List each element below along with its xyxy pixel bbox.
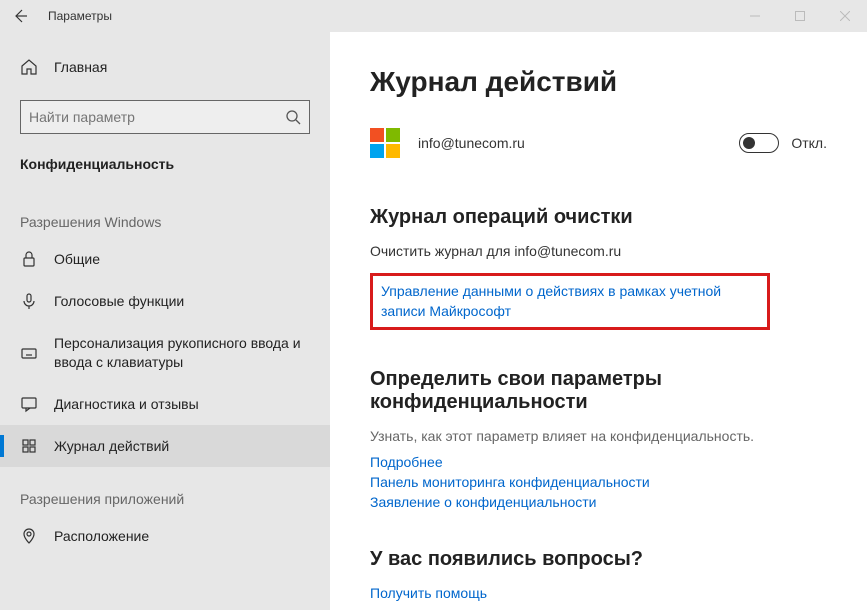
account-row: info@tunecom.ru Откл. <box>370 128 827 158</box>
sidebar-item-label: Голосовые функции <box>54 292 184 310</box>
history-icon <box>20 437 38 455</box>
manage-ms-data-link[interactable]: Управление данными о действиях в рамках … <box>381 282 759 321</box>
search-icon <box>285 109 301 125</box>
questions-heading: У вас появились вопросы? <box>370 548 827 571</box>
windows-logo-icon <box>370 128 400 158</box>
titlebar: Параметры <box>0 0 867 32</box>
sidebar: Главная Конфиденциальность Разрешения Wi… <box>0 32 330 610</box>
privacy-dashboard-link[interactable]: Панель мониторинга конфиденциальности <box>370 474 827 490</box>
search-box[interactable] <box>20 100 310 134</box>
search-input[interactable] <box>29 109 285 125</box>
highlight-box: Управление данными о действиях в рамках … <box>370 273 770 330</box>
mic-icon <box>20 292 38 310</box>
sidebar-item-label: Журнал действий <box>54 437 169 455</box>
toggle-label: Откл. <box>791 135 827 151</box>
current-section-label: Конфиденциальность <box>0 152 330 190</box>
page-title: Журнал действий <box>370 66 827 98</box>
sidebar-item-location[interactable]: Расположение <box>0 515 330 557</box>
main-content: Журнал действий info@tunecom.ru Откл. Жу… <box>330 32 867 610</box>
maximize-button[interactable] <box>777 0 822 32</box>
sidebar-item-speech[interactable]: Голосовые функции <box>0 280 330 322</box>
close-button[interactable] <box>822 0 867 32</box>
home-label: Главная <box>54 59 107 75</box>
group-header-apps: Разрешения приложений <box>0 467 330 515</box>
clear-text: Очистить журнал для info@tunecom.ru <box>370 243 827 259</box>
sidebar-item-general[interactable]: Общие <box>0 238 330 280</box>
sidebar-item-label: Расположение <box>54 527 149 545</box>
privacy-text: Узнать, как этот параметр влияет на конф… <box>370 428 827 444</box>
keyboard-icon <box>20 344 38 362</box>
sidebar-item-activity-history[interactable]: Журнал действий <box>0 425 330 467</box>
window-title: Параметры <box>40 9 112 23</box>
feedback-icon <box>20 395 38 413</box>
home-icon <box>20 58 38 76</box>
back-button[interactable] <box>0 0 40 32</box>
account-email: info@tunecom.ru <box>418 135 739 151</box>
location-icon <box>20 527 38 545</box>
sidebar-item-diagnostics[interactable]: Диагностика и отзывы <box>0 383 330 425</box>
sidebar-item-label: Персонализация рукописного ввода и ввода… <box>54 334 310 370</box>
activity-toggle[interactable] <box>739 133 779 153</box>
lock-icon <box>20 250 38 268</box>
sidebar-item-label: Общие <box>54 250 100 268</box>
group-header-windows: Разрешения Windows <box>0 190 330 238</box>
clear-heading: Журнал операций очистки <box>370 206 827 229</box>
minimize-button[interactable] <box>732 0 777 32</box>
sidebar-item-label: Диагностика и отзывы <box>54 395 199 413</box>
learn-more-link[interactable]: Подробнее <box>370 454 827 470</box>
home-link[interactable]: Главная <box>0 48 330 86</box>
privacy-heading: Определить свои параметры конфиденциальн… <box>370 368 827 414</box>
arrow-left-icon <box>12 8 28 24</box>
sidebar-item-inking[interactable]: Персонализация рукописного ввода и ввода… <box>0 322 330 382</box>
get-help-link[interactable]: Получить помощь <box>370 585 827 601</box>
privacy-statement-link[interactable]: Заявление о конфиденциальности <box>370 494 827 510</box>
